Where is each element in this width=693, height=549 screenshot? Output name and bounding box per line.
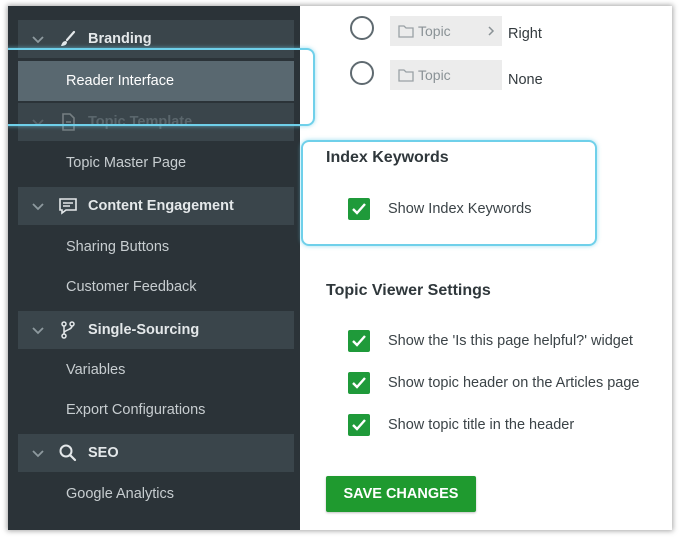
topic-header-articles-checkbox[interactable]	[348, 372, 370, 394]
sidebar-item-label: Reader Interface	[66, 73, 175, 89]
helpful-widget-row[interactable]: Show the 'Is this page helpful?' widget	[348, 330, 633, 352]
sidebar-section-content-engagement[interactable]: Content Engagement	[18, 187, 294, 225]
show-index-keywords-checkbox[interactable]	[348, 198, 370, 220]
position-none-radio[interactable]	[350, 61, 374, 85]
save-changes-button[interactable]: SAVE CHANGES	[326, 476, 476, 512]
chevron-right-icon	[488, 26, 495, 36]
show-index-keywords-label: Show Index Keywords	[388, 201, 532, 217]
sidebar-section-label: Branding	[88, 31, 152, 47]
settings-sidebar: Branding Reader Interface Topic Template…	[8, 6, 300, 530]
settings-main-panel: Topic Right Topic None Index Keywords Sh…	[300, 6, 672, 530]
chevron-down-icon	[32, 327, 44, 335]
topic-title-header-checkbox[interactable]	[348, 414, 370, 436]
folder-icon	[398, 25, 414, 38]
chevron-down-icon	[32, 450, 44, 458]
topic-viewer-settings-heading: Topic Viewer Settings	[326, 282, 491, 299]
sidebar-item-label: Variables	[66, 362, 126, 378]
sidebar-section-branding[interactable]: Branding	[18, 20, 294, 58]
sidebar-item-customer-feedback[interactable]: Customer Feedback	[18, 269, 294, 305]
sidebar-item-topic-master-page[interactable]: Topic Master Page	[18, 145, 294, 181]
topic-header-articles-label: Show topic header on the Articles page	[388, 375, 640, 391]
position-none-label: None	[508, 72, 543, 88]
sidebar-section-label: Topic Template	[88, 114, 193, 130]
checkmark-icon	[352, 419, 366, 431]
sidebar-section-seo[interactable]: SEO	[18, 434, 294, 472]
sidebar-item-sharing-buttons[interactable]: Sharing Buttons	[18, 229, 294, 265]
branch-icon	[61, 321, 75, 339]
chevron-down-icon	[32, 119, 44, 127]
sidebar-section-label: Single-Sourcing	[88, 322, 200, 338]
sidebar-item-label: Sharing Buttons	[66, 239, 170, 255]
helpful-widget-label: Show the 'Is this page helpful?' widget	[388, 333, 633, 349]
index-keywords-heading: Index Keywords	[326, 149, 449, 166]
position-right-label: Right	[508, 26, 542, 42]
sidebar-item-variables[interactable]: Variables	[18, 352, 294, 388]
checkmark-icon	[352, 203, 366, 215]
topic-preview-right: Topic	[390, 16, 502, 46]
sidebar-item-google-analytics[interactable]: Google Analytics	[18, 476, 294, 512]
show-index-keywords-row[interactable]: Show Index Keywords	[348, 198, 531, 220]
sidebar-item-reader-interface[interactable]: Reader Interface	[18, 61, 294, 101]
folder-icon	[398, 69, 414, 82]
sidebar-item-label: Topic Master Page	[66, 155, 187, 171]
sidebar-section-label: SEO	[88, 445, 119, 461]
screenshot-frame: Branding Reader Interface Topic Template…	[8, 6, 672, 530]
sidebar-section-label: Content Engagement	[88, 198, 234, 214]
topic-preview-none: Topic	[390, 60, 502, 90]
sidebar-item-label: Export Configurations	[66, 402, 206, 418]
paintbrush-icon	[61, 30, 76, 46]
sidebar-section-topic-template[interactable]: Topic Template	[18, 103, 294, 141]
chevron-down-icon	[32, 36, 44, 44]
topic-title-header-row[interactable]: Show topic title in the header	[348, 414, 574, 436]
sidebar-section-single-sourcing[interactable]: Single-Sourcing	[18, 311, 294, 349]
topic-title-header-label: Show topic title in the header	[388, 417, 575, 433]
helpful-widget-checkbox[interactable]	[348, 330, 370, 352]
search-icon	[59, 444, 77, 462]
topic-preview-label: Topic	[418, 67, 451, 83]
sidebar-item-export-configurations[interactable]: Export Configurations	[18, 392, 294, 428]
comment-icon	[59, 198, 77, 215]
checkmark-icon	[352, 335, 366, 347]
document-icon	[62, 113, 75, 131]
chevron-down-icon	[32, 203, 44, 211]
topic-header-articles-row[interactable]: Show topic header on the Articles page	[348, 372, 640, 394]
position-right-radio[interactable]	[350, 16, 374, 40]
checkmark-icon	[352, 377, 366, 389]
sidebar-item-label: Customer Feedback	[66, 279, 197, 295]
topic-preview-label: Topic	[418, 23, 451, 39]
sidebar-item-label: Google Analytics	[66, 486, 175, 502]
